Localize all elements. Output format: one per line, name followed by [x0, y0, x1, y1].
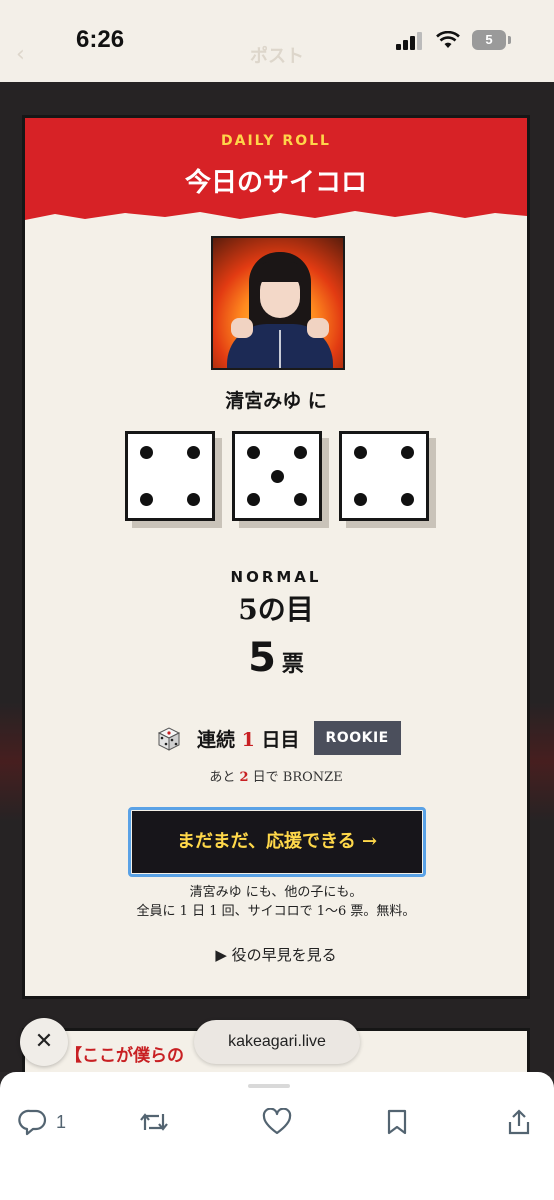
- url-pill[interactable]: kakeagari.live: [194, 1020, 360, 1064]
- status-bar: 6:26 5 ‹ ポスト: [0, 0, 554, 82]
- die-pip: [270, 469, 284, 483]
- reply-count: 1: [56, 1111, 67, 1132]
- card-title: 今日のサイコロ: [184, 168, 367, 198]
- hand-chart-link[interactable]: ▶ 役の早見を見る: [25, 944, 527, 965]
- daily-roll-card: DAILY ROLL 今日のサイコロ 清宮みゆ に NORMAL 5の目 5票 …: [22, 115, 530, 999]
- heart-icon: [262, 1108, 292, 1135]
- rank-badge: ROOKIE: [313, 721, 401, 755]
- like-button[interactable]: [262, 1104, 292, 1140]
- roll-target-name: 清宮みゆ に: [225, 390, 327, 412]
- streak-row: 連続 1 日目 ROOKIE: [155, 720, 401, 756]
- next-card-title: 【ここが僕らの: [65, 1046, 184, 1066]
- sheet-handle[interactable]: [248, 1084, 290, 1088]
- die-pip: [246, 445, 260, 459]
- die-2: [232, 431, 322, 521]
- post-action-bar: 1: [0, 1072, 554, 1200]
- idol-photo: [211, 236, 345, 370]
- die-pip: [139, 493, 153, 507]
- cheer-more-button[interactable]: まだまだ、応援できる →: [132, 811, 422, 873]
- vote-number: 5: [248, 635, 276, 681]
- vote-unit: 票: [281, 651, 304, 677]
- die-pip: [353, 445, 367, 459]
- die-pip: [401, 493, 415, 507]
- die-pip: [401, 445, 415, 459]
- die-pip: [294, 493, 308, 507]
- roll-face-label: 5の目: [238, 593, 314, 626]
- reply-button[interactable]: 1: [18, 1104, 66, 1140]
- repost-icon: [140, 1113, 168, 1131]
- reply-icon: [18, 1109, 47, 1136]
- die-pip: [246, 493, 260, 507]
- banner-jagged-edge: [25, 208, 527, 220]
- repost-button[interactable]: [138, 1104, 170, 1140]
- roll-rank: NORMAL: [230, 568, 322, 586]
- dice-icon: [157, 727, 181, 751]
- die-1: [125, 431, 215, 521]
- card-banner: DAILY ROLL 今日のサイコロ: [25, 118, 527, 220]
- streak-text: 連続 1 日目: [197, 728, 300, 751]
- nav-title: ポスト: [250, 46, 304, 67]
- share-icon: [508, 1109, 530, 1135]
- bookmark-icon: [387, 1109, 407, 1135]
- close-button[interactable]: ✕: [20, 1018, 68, 1066]
- next-rank-hint: あと 2 日で BRONZE: [209, 770, 343, 785]
- die-pip: [294, 445, 308, 459]
- die-pip: [187, 445, 201, 459]
- die-pip: [353, 493, 367, 507]
- die-pip: [139, 445, 153, 459]
- die-pip: [187, 493, 201, 507]
- share-button[interactable]: [506, 1104, 532, 1140]
- card-kicker: DAILY ROLL: [221, 133, 331, 149]
- die-3: [339, 431, 429, 521]
- bookmark-button[interactable]: [384, 1104, 410, 1140]
- vote-count: 5票: [25, 635, 527, 681]
- free-roll-note: 清宮みゆ にも、他の子にも。 全員に 1 日 1 回、サイコロで 1〜6 票。無…: [136, 885, 416, 919]
